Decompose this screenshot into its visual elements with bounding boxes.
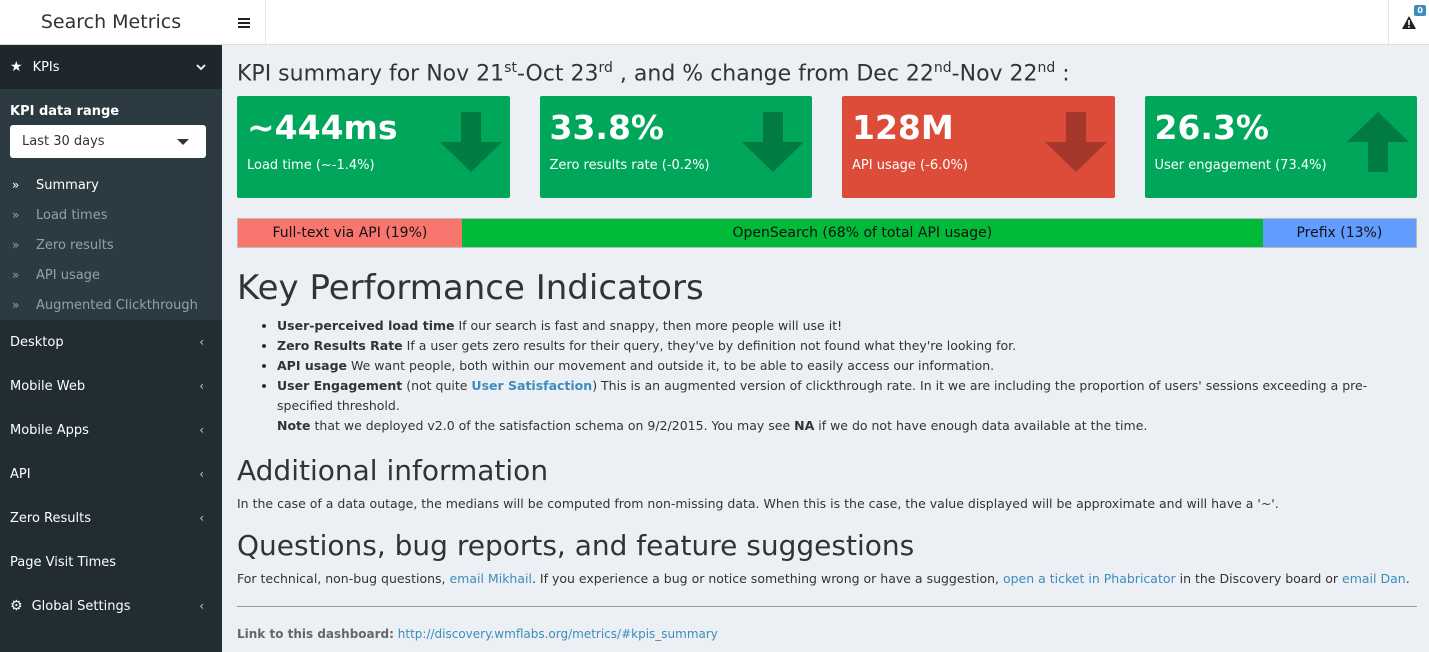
kpi-summary-title: KPI summary for Nov 21st-Oct 23rd , and … <box>237 60 1070 87</box>
sidebar: ★ KPIs KPI data range Last 30 days » Summ… <box>0 45 222 652</box>
gear-icon: ⚙ <box>10 598 23 614</box>
additional-info-text: In the case of a data outage, the median… <box>237 496 1279 511</box>
sidebar-item-kpis[interactable]: ★ KPIs <box>0 45 222 89</box>
notification-count-badge: 0 <box>1414 5 1426 16</box>
sidebar-subitem-load-times[interactable]: » Load times <box>0 200 222 230</box>
arrow-down-icon <box>742 112 804 172</box>
kpi-range-label: KPI data range <box>10 104 120 119</box>
sidebar-subitem-label: Summary <box>36 177 99 193</box>
double-chevron-icon: » <box>12 238 20 252</box>
questions-text: For technical, non-bug questions, email … <box>237 571 1410 586</box>
double-chevron-icon: » <box>12 298 20 312</box>
additional-info-heading: Additional information <box>237 454 549 487</box>
arrow-up-icon <box>1347 112 1409 172</box>
phabricator-ticket-link[interactable]: open a ticket in Phabricator <box>1003 571 1176 586</box>
sidebar-subitem-api-usage[interactable]: » API usage <box>0 260 222 290</box>
sidebar-subitem-summary[interactable]: » Summary <box>0 170 222 200</box>
kpi-range-value: Last 30 days <box>22 134 105 149</box>
sidebar-item-label: API <box>10 466 31 482</box>
notifications-button[interactable]: 0 <box>1388 0 1429 45</box>
chevron-left-icon: ‹ <box>199 335 204 349</box>
app-logo[interactable]: Search Metrics <box>0 0 222 45</box>
kpi-range-select[interactable]: Last 30 days <box>10 125 206 158</box>
user-engagement-box: 26.3% User engagement (73.4%) <box>1144 96 1417 198</box>
user-satisfaction-link[interactable]: User Satisfaction <box>471 378 592 393</box>
sidebar-subitem-zero-results[interactable]: » Zero results <box>0 230 222 260</box>
arrow-down-icon <box>1044 112 1107 172</box>
chevron-left-icon: ‹ <box>199 423 204 437</box>
app-title: Search Metrics <box>40 11 182 33</box>
kpis-submenu: KPI data range Last 30 days » Summary » Lo… <box>0 89 222 320</box>
api-usage-box: 128M API usage (-6.0%) <box>842 96 1115 198</box>
sidebar-toggle-button[interactable] <box>222 0 266 45</box>
kpi-definitions-list: User-perceived load time If our search i… <box>277 316 1417 436</box>
double-chevron-icon: » <box>12 268 20 282</box>
warning-icon <box>1402 16 1416 29</box>
chevron-left-icon: ‹ <box>199 599 204 613</box>
list-item: User Engagement (not quite User Satisfac… <box>277 376 1417 436</box>
sidebar-subitem-label: Zero results <box>36 237 114 253</box>
caret-down-icon <box>177 139 189 145</box>
sidebar-subitem-label: Augmented Clickthrough <box>36 297 198 313</box>
chevron-left-icon: ‹ <box>199 379 204 393</box>
sidebar-item-api[interactable]: API ‹ <box>0 452 222 496</box>
double-chevron-icon: » <box>12 178 20 192</box>
zero-results-rate-box: 33.8% Zero results rate (-0.2%) <box>539 96 812 198</box>
load-time-box: ~444ms Load time (~-1.4%) <box>237 96 510 198</box>
email-mikhail-link[interactable]: email Mikhail <box>449 571 531 586</box>
sidebar-item-label: Zero Results <box>10 510 91 526</box>
usage-segment-opensearch: OpenSearch (68% of total API usage) <box>461 219 1263 247</box>
sidebar-item-mobile-web[interactable]: Mobile Web ‹ <box>0 364 222 408</box>
sidebar-subitem-augmented-clickthrough[interactable]: » Augmented Clickthrough <box>0 290 222 320</box>
star-icon: ★ <box>10 59 23 75</box>
sidebar-item-label: Desktop <box>10 334 64 350</box>
top-navbar: 0 <box>222 0 1429 45</box>
list-item: User-perceived load time If our search i… <box>277 316 1417 336</box>
dashboard-url-link[interactable]: http://discovery.wmflabs.org/metrics/#kp… <box>398 627 718 641</box>
main-content: KPI summary for Nov 21st-Oct 23rd , and … <box>237 45 1417 641</box>
sidebar-item-zero-results[interactable]: Zero Results ‹ <box>0 496 222 540</box>
sidebar-item-label: Mobile Web <box>10 378 86 394</box>
sidebar-item-label: KPIs <box>32 59 60 75</box>
kpi-heading: Key Performance Indicators <box>237 268 704 308</box>
sidebar-item-label: Global Settings <box>31 598 131 614</box>
chevron-left-icon: ‹ <box>199 467 204 481</box>
sidebar-item-global-settings[interactable]: ⚙ Global Settings ‹ <box>0 584 222 628</box>
dashboard-link-footer: Link to this dashboard: http://discovery… <box>237 627 718 641</box>
sidebar-subitem-label: API usage <box>36 267 100 283</box>
sidebar-item-label: Mobile Apps <box>10 422 89 438</box>
list-item: API usage We want people, both within ou… <box>277 356 1417 376</box>
kpi-value-boxes: ~444ms Load time (~-1.4%) 33.8% Zero res… <box>237 96 1417 198</box>
double-chevron-icon: » <box>12 208 20 222</box>
sidebar-item-desktop[interactable]: Desktop ‹ <box>0 320 222 364</box>
divider <box>237 606 1417 607</box>
sidebar-item-mobile-apps[interactable]: Mobile Apps ‹ <box>0 408 222 452</box>
chevron-left-icon: ‹ <box>199 511 204 525</box>
usage-segment-fulltext: Full-text via API (19%) <box>238 219 462 247</box>
chevron-down-icon <box>196 63 206 70</box>
sidebar-item-page-visit-times[interactable]: Page Visit Times <box>0 540 222 584</box>
arrow-down-icon <box>439 112 502 172</box>
sidebar-subitem-label: Load times <box>36 207 108 223</box>
hamburger-icon <box>237 16 250 30</box>
api-usage-breakdown-bar: Full-text via API (19%) OpenSearch (68% … <box>237 218 1417 248</box>
questions-heading: Questions, bug reports, and feature sugg… <box>237 529 915 562</box>
list-item: Zero Results Rate If a user gets zero re… <box>277 336 1417 356</box>
usage-segment-prefix: Prefix (13%) <box>1262 219 1416 247</box>
email-dan-link[interactable]: email Dan <box>1342 571 1406 586</box>
sidebar-item-label: Page Visit Times <box>10 554 117 570</box>
